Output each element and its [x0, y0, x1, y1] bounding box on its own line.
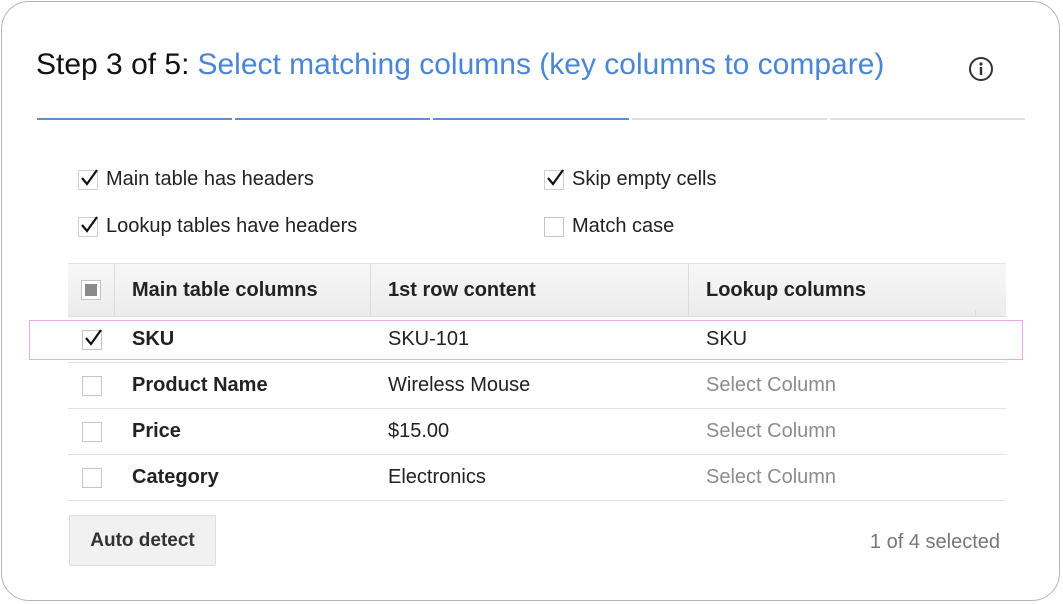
main-column-name: SKU	[132, 328, 175, 350]
main-column-name: Category	[132, 466, 219, 488]
lookup-column-select[interactable]: Select Column	[689, 455, 1006, 500]
row-checkbox[interactable]	[81, 375, 102, 396]
table-row[interactable]: Category Electronics Select Column	[68, 455, 1006, 501]
wizard-dialog: Step 3 of 5: Select matching columns (ke…	[1, 1, 1060, 601]
match-case-label: Match case	[572, 215, 675, 237]
lookup-headers-option[interactable]: Lookup tables have headers	[78, 215, 357, 238]
first-row-content: $15.00	[388, 420, 450, 442]
progress-segment	[37, 118, 233, 120]
header-first-row[interactable]: 1st row content	[371, 264, 689, 316]
select-all-checkbox[interactable]	[81, 280, 101, 300]
main-column-name: Product Name	[132, 374, 268, 396]
table-row[interactable]: SKU SKU-101 SKU	[68, 317, 1006, 363]
auto-detect-button[interactable]: Auto detect	[69, 515, 216, 566]
row-checkbox[interactable]	[81, 328, 102, 350]
progress-segment	[235, 118, 431, 120]
check-icon	[84, 328, 102, 346]
check-icon	[81, 168, 98, 186]
skip-empty-checkbox[interactable]	[544, 168, 564, 190]
column-resize-handle[interactable]	[975, 310, 1006, 316]
first-row-content: SKU-101	[388, 328, 470, 350]
main-headers-option[interactable]: Main table has headers	[78, 168, 314, 191]
lookup-headers-checkbox[interactable]	[78, 215, 98, 237]
lookup-headers-label: Lookup tables have headers	[106, 215, 358, 237]
skip-empty-label: Skip empty cells	[572, 168, 717, 190]
table-row[interactable]: Price $15.00 Select Column	[68, 409, 1006, 455]
match-case-checkbox[interactable]	[544, 216, 564, 237]
step-title: Select matching columns (key columns to …	[197, 48, 885, 81]
step-progress-bar	[37, 118, 1026, 121]
selected-count: 1 of 4 selected	[869, 531, 1000, 553]
info-circle-icon[interactable]	[968, 56, 994, 82]
progress-segment	[433, 118, 629, 120]
progress-segment	[631, 118, 827, 120]
match-case-option[interactable]: Match case	[544, 215, 674, 238]
matching-columns-table: Main table columns 1st row content Looku…	[68, 263, 1006, 501]
first-row-content: Electronics	[388, 466, 486, 488]
check-icon	[81, 215, 98, 233]
lookup-column-select[interactable]: Select Column	[689, 409, 1006, 454]
table-header: Main table columns 1st row content Looku…	[68, 263, 1006, 317]
table-row[interactable]: Product Name Wireless Mouse Select Column	[68, 363, 1006, 409]
header-main-columns[interactable]: Main table columns	[115, 264, 371, 316]
step-prefix: Step 3 of 5:	[36, 48, 190, 81]
header-lookup-columns[interactable]: Lookup columns	[689, 264, 1006, 316]
lookup-column-select[interactable]: Select Column	[689, 363, 1006, 408]
main-headers-checkbox[interactable]	[78, 168, 98, 190]
main-column-name: Price	[132, 420, 181, 442]
main-headers-label: Main table has headers	[106, 168, 314, 190]
skip-empty-option[interactable]: Skip empty cells	[544, 168, 717, 191]
check-icon	[547, 168, 564, 186]
first-row-content: Wireless Mouse	[388, 374, 531, 396]
wizard-title: Step 3 of 5: Select matching columns (ke…	[36, 48, 884, 82]
lookup-column-select[interactable]: SKU	[689, 317, 1006, 362]
row-checkbox[interactable]	[81, 421, 102, 442]
row-checkbox[interactable]	[81, 467, 102, 488]
progress-segment	[829, 118, 1026, 120]
